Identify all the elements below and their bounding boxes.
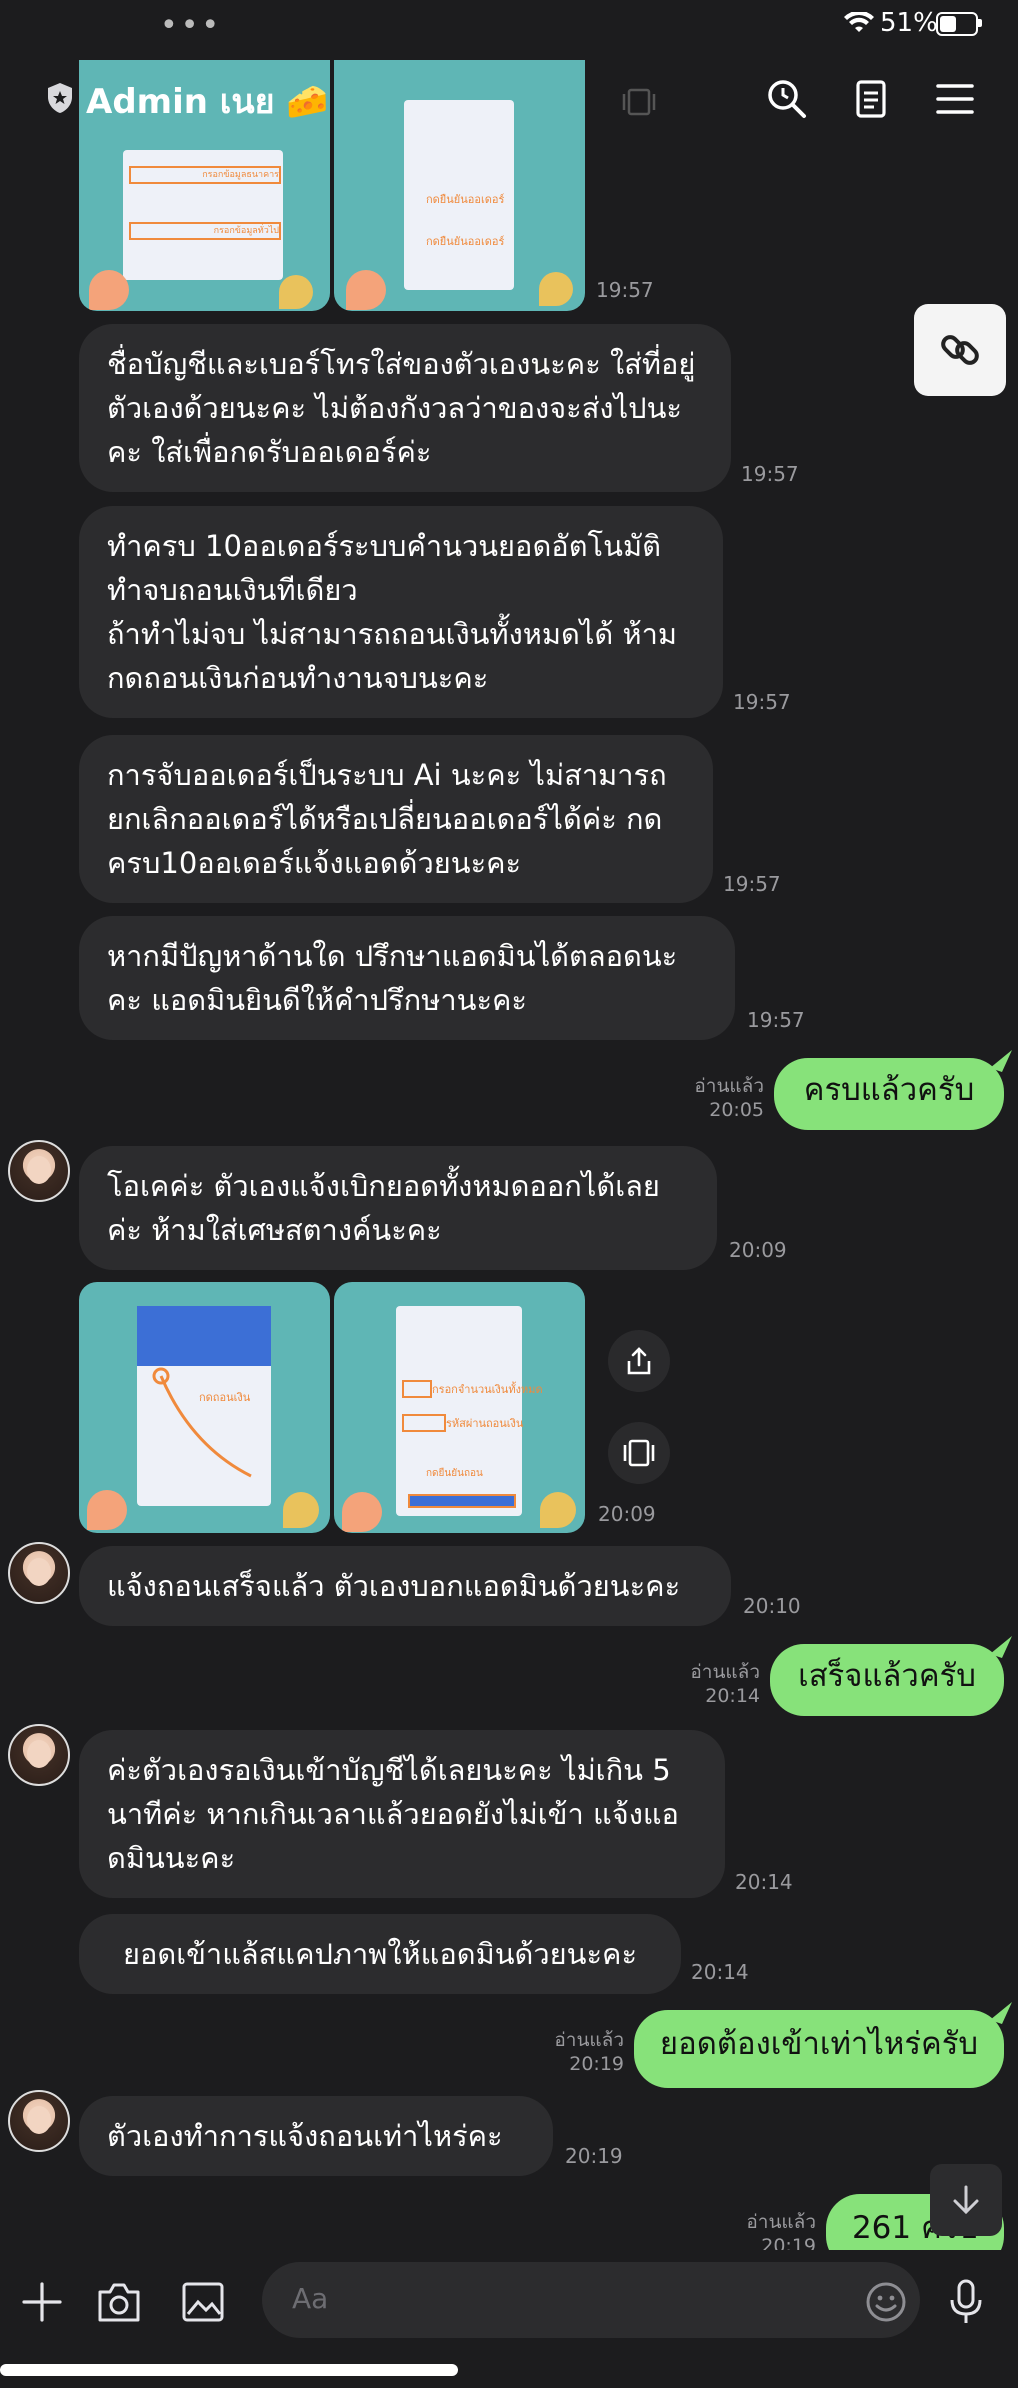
message-bubble-incoming[interactable]: การจับออเดอร์เป็นระบบ Ai นะคะ ไม่สามารถย… — [79, 735, 713, 903]
expand-icon — [623, 1439, 655, 1467]
read-label: อ่านแล้ว — [554, 2029, 624, 2051]
menu-icon[interactable] — [930, 74, 980, 124]
message-bubble-incoming[interactable]: หากมีปัญหาด้านใด ปรึกษาแอดมินได้ตลอดนะคะ… — [79, 916, 735, 1040]
microphone-icon[interactable] — [946, 2278, 986, 2326]
message-bubble-outgoing[interactable]: เสร็จแล้วครับ — [770, 1644, 1004, 1716]
timestamp: 20:14 — [705, 1685, 760, 1707]
avatar[interactable] — [8, 1724, 70, 1786]
avatar[interactable] — [8, 1542, 70, 1604]
battery-tip — [978, 19, 982, 27]
avatar[interactable] — [8, 2090, 70, 2152]
general-form-label: กรอกข้อมูลทั่วไป — [129, 222, 281, 240]
timestamp: 20:09 — [598, 1502, 656, 1526]
message-input[interactable] — [262, 2262, 920, 2338]
share-icon — [627, 1347, 651, 1375]
notes-icon[interactable] — [846, 74, 896, 124]
message-input-placeholder: Aa — [292, 2282, 329, 2315]
message-bubble-incoming[interactable]: ทำครบ 10ออเดอร์ระบบคำนวนยอดอัตโนมัติ ทำจ… — [79, 506, 723, 718]
message-bubble-incoming[interactable]: ชื่อบัญชีและเบอร์โทรใส่ของตัวเองนะคะ ใส่… — [79, 324, 731, 492]
expand-icon[interactable] — [622, 88, 656, 116]
message-bubble-incoming[interactable]: ตัวเองทำการแจ้งถอนเท่าไหร่คะ — [79, 2096, 553, 2176]
image-thumbnail-withdraw-form[interactable]: กรอกจำนวนเงินทั้งหมด รหัสผ่านถอนเงิน กดย… — [334, 1282, 585, 1533]
link-icon — [941, 335, 979, 365]
timestamp: 19:57 — [747, 1008, 805, 1032]
search-icon[interactable] — [762, 74, 812, 124]
home-indicator — [0, 2364, 458, 2376]
read-receipt: อ่านแล้ว 20:05 — [680, 1074, 764, 1122]
read-receipt: อ่านแล้ว 20:14 — [676, 1660, 760, 1708]
timestamp: 20:09 — [729, 1238, 787, 1262]
message-bubble-incoming[interactable]: ยอดเข้าแล้สแคปภาพให้แอดมินด้วยนะคะ — [79, 1914, 681, 1994]
arrow-down-icon — [953, 2185, 979, 2215]
timestamp: 20:19 — [569, 2053, 624, 2075]
message-bubble-outgoing[interactable]: ยอดต้องเข้าเท่าไหร่ครับ — [634, 2010, 1004, 2088]
timestamp: 20:19 — [565, 2144, 623, 2168]
timestamp: 20:14 — [735, 1870, 793, 1894]
timestamp: 19:57 — [596, 278, 654, 302]
share-button[interactable] — [608, 1330, 670, 1392]
camera-icon[interactable] — [96, 2280, 142, 2324]
shield-icon — [48, 83, 72, 113]
gallery-button[interactable] — [608, 1422, 670, 1484]
confirm-order-label-2: กดยืนยันออเดอร์ — [426, 235, 505, 248]
read-label: อ่านแล้ว — [690, 1661, 760, 1683]
amount-label: กรอกจำนวนเงินทั้งหมด — [432, 1383, 543, 1396]
message-bubble-incoming[interactable]: โอเคค่ะ ตัวเองแจ้งเบิกยอดทั้งหมดออกได้เล… — [79, 1146, 717, 1270]
password-label: รหัสผ่านถอนเงิน — [446, 1417, 524, 1430]
battery-icon — [936, 12, 978, 36]
avatar[interactable] — [8, 1140, 70, 1202]
emoji-icon[interactable] — [864, 2280, 908, 2324]
link-button[interactable] — [914, 304, 1006, 396]
battery-percent: 51% — [880, 8, 938, 38]
timestamp: 20:05 — [709, 1099, 764, 1121]
multitask-dots[interactable]: ••• — [160, 8, 222, 43]
confirm-order-label-1: กดยืนยันออเดอร์ — [426, 193, 505, 206]
timestamp: 19:57 — [723, 872, 781, 896]
timestamp: 20:14 — [691, 1960, 749, 1984]
image-group-2[interactable]: กดถอนเงิน กรอกจำนวนเงินทั้งหมด รหัสผ่านถ… — [79, 1282, 585, 1533]
message-bubble-outgoing[interactable]: ครบแล้วครับ — [774, 1058, 1004, 1130]
plus-icon[interactable] — [20, 2280, 64, 2324]
read-receipt: อ่านแล้ว 20:19 — [540, 2028, 624, 2076]
timestamp: 19:57 — [741, 462, 799, 486]
bubble-tail — [990, 1050, 1012, 1072]
read-label: อ่านแล้ว — [746, 2211, 816, 2233]
read-label: อ่านแล้ว — [694, 1075, 764, 1097]
bubble-tail — [990, 1636, 1012, 1658]
message-bubble-incoming[interactable]: ค่ะตัวเองรอเงินเข้าบัญชีได้เลยนะคะ ไม่เก… — [79, 1730, 725, 1898]
bank-form-label: กรอกข้อมูลธนาคาร — [129, 166, 281, 184]
timestamp: 19:57 — [733, 690, 791, 714]
bubble-tail — [990, 2002, 1012, 2024]
chat-title[interactable]: Admin เนย 🧀 — [86, 74, 329, 128]
wifi-icon — [844, 12, 874, 32]
timestamp: 20:10 — [743, 1594, 801, 1618]
scroll-to-bottom-button[interactable] — [930, 2164, 1002, 2236]
message-bubble-incoming[interactable]: แจ้งถอนเสร็จแล้ว ตัวเองบอกแอดมินด้วยนะคะ — [79, 1546, 731, 1626]
image-thumbnail-withdraw-menu[interactable]: กดถอนเงิน — [79, 1282, 330, 1533]
confirm-withdraw-label: กดยืนยันถอน — [426, 1468, 483, 1479]
image-icon[interactable] — [180, 2280, 226, 2324]
